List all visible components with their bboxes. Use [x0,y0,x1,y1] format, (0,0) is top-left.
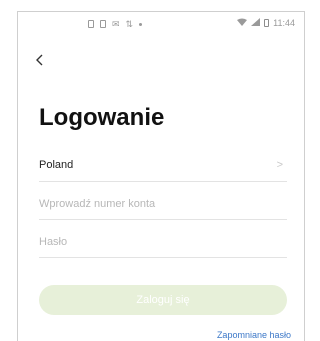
login-button[interactable]: Zaloguj się [39,285,287,315]
sim-icon [100,20,106,28]
password-input[interactable] [39,233,279,251]
signal-arrow-icon: ⇅ [125,19,134,29]
dot-icon [139,22,143,26]
page-title: Logowanie [39,104,165,131]
login-screen: ✉ ⇅ 11:44 Logowanie Poland > Zaloguj się [17,11,305,341]
chevron-left-icon [36,54,43,66]
status-left-icons: ✉ ⇅ [88,19,143,29]
battery-icon [264,19,270,27]
account-number-row [39,189,287,220]
status-bar: ✉ ⇅ 11:44 [18,12,304,36]
chevron-right-icon: > [276,159,283,171]
back-button[interactable] [32,52,48,68]
country-selector[interactable]: Poland > [39,151,287,182]
wifi-icon [237,18,248,28]
mail-icon: ✉ [112,19,120,29]
sim-icon [88,20,94,28]
status-time: 11:44 [273,18,295,28]
country-value: Poland [39,159,74,171]
signal-icon [251,18,261,28]
forgot-password-link[interactable]: Zapomniane hasło [217,330,291,340]
account-number-input[interactable] [39,195,279,213]
status-right-icons: 11:44 [237,18,295,28]
password-row [39,227,287,258]
